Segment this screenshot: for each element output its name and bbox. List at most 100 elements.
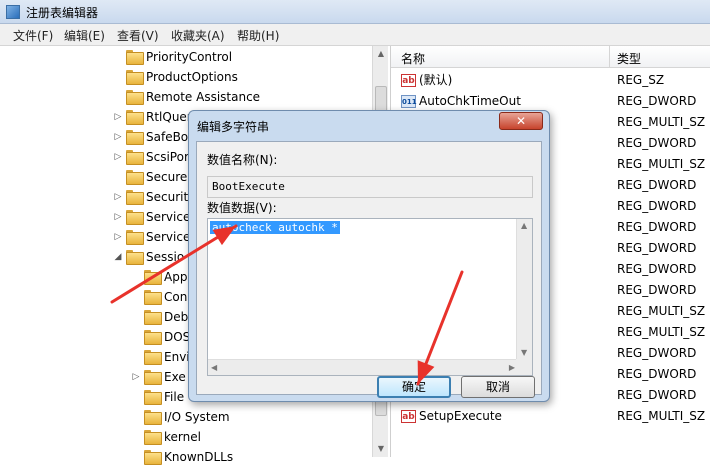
expand-arrow-icon[interactable]: ▷ [113,207,123,227]
tree-item-label: Service [146,230,191,244]
value-type: REG_MULTI_SZ [617,115,706,129]
value-type: REG_DWORD [617,136,697,150]
expand-arrow-icon[interactable]: ▷ [113,107,123,127]
window-title: 注册表编辑器 [26,6,99,20]
value-data-label: 数值数据(V): [207,201,277,215]
regedit-icon [6,5,20,19]
list-header: 名称 类型 [391,46,710,68]
expand-arrow-icon[interactable]: ▷ [113,187,123,207]
tree-item[interactable]: I/O System [0,407,372,427]
dialog-title: 编辑多字符串 [197,120,270,134]
tree-item-label: kernel [164,430,201,444]
tree-item-label: Service [146,210,191,224]
tree-item-label: Con [164,290,188,304]
expand-arrow-icon[interactable]: ▷ [113,147,123,167]
tree-item[interactable]: kernel [0,427,372,447]
selected-data-text: autocheck autochk * [210,221,340,234]
value-type: REG_MULTI_SZ [617,304,706,318]
tree-item-label: ProductOptions [146,70,238,84]
menu-file[interactable]: 文件(F) [13,27,53,44]
expand-arrow-icon[interactable]: ▷ [131,367,141,387]
textarea-hscroll[interactable]: ◀ ▶ [208,359,518,375]
tree-item-label: App [164,270,188,284]
scroll-down-icon[interactable]: ▼ [521,348,527,357]
tree-item-label: I/O System [164,410,230,424]
value-type: REG_DWORD [617,220,697,234]
folder-icon [144,330,162,345]
folder-icon [126,50,144,65]
tree-item[interactable]: KnownDLLs [0,447,372,467]
value-type: REG_SZ [617,73,665,87]
tree-item[interactable]: Remote Assistance [0,87,372,107]
tree-item-label: Exe [164,370,186,384]
menu-bar: 文件(F) 编辑(E) 查看(V) 收藏夹(A) 帮助(H) [0,24,710,46]
tree-item[interactable]: ProductOptions [0,67,372,87]
value-type: REG_DWORD [617,241,697,255]
value-type: REG_DWORD [617,262,697,276]
tree-item-label: KnownDLLs [164,450,234,464]
value-type: REG_DWORD [617,367,697,381]
value-name: SetupExecute [419,409,502,423]
scroll-corner [516,359,532,375]
menu-help[interactable]: 帮助(H) [237,27,279,44]
tree-item-label: Secure [146,170,188,184]
tree-item-label: RtlQuer [146,110,192,124]
scroll-up-icon[interactable]: ▲ [521,221,527,230]
dialog-body: 数值名称(N): BootExecute 数值数据(V): autocheck … [196,141,542,398]
column-name[interactable]: 名称 [401,50,425,67]
value-type: REG_DWORD [617,178,697,192]
scroll-left-icon[interactable]: ◀ [211,363,217,372]
expand-arrow-icon[interactable]: ▷ [113,227,123,247]
tree-item-label: Sessio [146,250,185,264]
textarea-vscroll[interactable]: ▲ ▼ [516,219,532,359]
string-value-icon: ab [401,410,416,423]
column-divider[interactable] [609,46,610,68]
folder-icon [126,90,144,105]
value-type: REG_MULTI_SZ [617,325,706,339]
tree-item-label: SafeBo [146,130,189,144]
scroll-up-icon[interactable]: ▲ [373,46,389,62]
scroll-right-icon[interactable]: ▶ [509,363,515,372]
collapse-arrow-icon[interactable]: ◢ [113,247,123,267]
value-data-textarea[interactable]: autocheck autochk * ▲ ▼ ◀ ▶ [207,218,533,376]
ok-button[interactable]: 确定 [377,376,451,398]
tree-item-label: Remote Assistance [146,90,261,104]
close-button[interactable]: ✕ [499,112,543,130]
folder-icon [144,270,162,285]
value-type: REG_MULTI_SZ [617,157,706,171]
value-type: REG_DWORD [617,94,697,108]
folder-icon [126,130,144,145]
binary-value-icon: 011 [401,95,417,108]
value-row[interactable]: 011 AutoChkTimeOut REG_DWORD [391,91,710,112]
scroll-down-icon[interactable]: ▼ [373,441,389,457]
folder-icon [126,110,144,125]
tree-item-label: DOS [164,330,191,344]
value-type: REG_MULTI_SZ [617,409,706,423]
folder-icon [144,370,162,385]
folder-icon [126,190,144,205]
folder-icon [144,390,162,405]
folder-icon [144,410,162,425]
value-row[interactable]: ab (默认) REG_SZ [391,70,710,91]
cancel-button[interactable]: 取消 [461,376,535,398]
folder-icon [126,70,144,85]
title-bar: 注册表编辑器 [0,0,710,24]
menu-edit[interactable]: 编辑(E) [64,27,105,44]
value-type: REG_DWORD [617,346,697,360]
folder-icon [126,210,144,225]
folder-icon [126,170,144,185]
tree-item-label: PriorityControl [146,50,233,64]
column-type[interactable]: 类型 [617,50,641,67]
tree-item-label: Envi [164,350,190,364]
value-row[interactable]: ab SetupExecute REG_MULTI_SZ [391,406,710,427]
tree-item[interactable]: PriorityControl [0,47,372,67]
value-type: REG_DWORD [617,283,697,297]
string-value-icon: ab [401,74,416,87]
folder-icon [144,430,162,445]
folder-icon [144,310,162,325]
menu-view[interactable]: 查看(V) [117,27,159,44]
menu-favorites[interactable]: 收藏夹(A) [171,27,225,44]
expand-arrow-icon[interactable]: ▷ [113,127,123,147]
value-name-field: BootExecute [207,176,533,198]
value-name: (默认) [419,73,453,87]
